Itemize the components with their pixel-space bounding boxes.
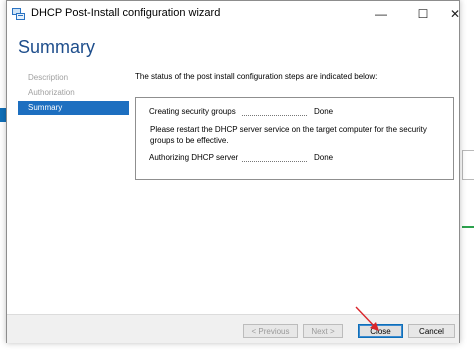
step-status: Done [314,107,334,116]
close-window-button[interactable]: ✕ [449,1,461,27]
cancel-button[interactable]: Cancel [408,324,455,338]
dotted-leader [242,114,307,116]
status-intro-text: The status of the post install configura… [135,72,378,81]
nav-item-description: Description [28,73,69,82]
window-title: DHCP Post-Install configuration wizard [31,7,221,19]
title-bar[interactable]: DHCP Post-Install configuration wizard —… [7,1,461,27]
nav-item-summary[interactable]: Summary [18,101,129,115]
wizard-steps-nav: Description Authorization Summary [18,71,129,116]
wizard-window: DHCP Post-Install configuration wizard —… [6,0,460,343]
minimize-button[interactable]: — [367,1,395,27]
step-status: Done [314,153,334,162]
dotted-leader [242,160,307,162]
step-label: Authorizing DHCP server [149,153,239,162]
button-bar: < Previous Next > Close Cancel [7,314,459,343]
dhcp-server-icon [12,8,25,20]
close-button[interactable]: Close [358,324,403,338]
page-title: Summary [18,37,96,57]
previous-button[interactable]: < Previous [243,324,298,338]
restart-notice: Please restart the DHCP server service o… [150,125,427,145]
status-panel: Creating security groups Done Please res… [135,97,454,180]
step-label: Creating security groups [149,107,236,116]
maximize-button[interactable]: ☐ [409,1,437,27]
background-window-edge [462,226,474,228]
nav-item-authorization: Authorization [28,88,75,97]
background-window-edge [462,150,474,180]
next-button[interactable]: Next > [303,324,343,338]
